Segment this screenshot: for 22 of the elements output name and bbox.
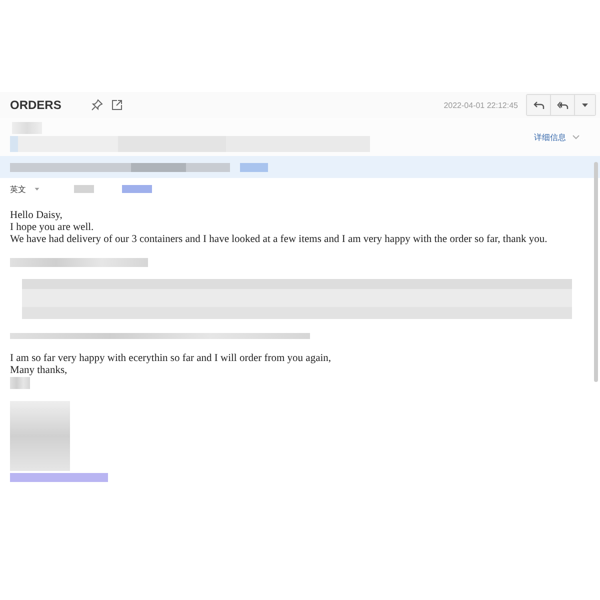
details-link[interactable]: 详细信息: [534, 132, 566, 142]
message-line: Many thanks,: [10, 365, 68, 377]
reply-button[interactable]: [527, 95, 551, 115]
caret-icon: [581, 101, 589, 109]
message-line: I hope you are well.: [10, 222, 95, 234]
reply-icon: [532, 99, 544, 111]
language-dropdown[interactable]: 英文: [10, 184, 40, 194]
pin-icon[interactable]: [91, 99, 104, 111]
caret-icon: [34, 186, 40, 192]
message-line: We have had delivery of our 3 containers and I have looked at a few items and I am very happy with the order so far, thank you.: [10, 234, 548, 246]
redacted-block: [240, 162, 268, 172]
redacted-block: [10, 401, 70, 471]
external-link-icon[interactable]: [111, 99, 124, 111]
timestamp: 2022-04-01 22:12:45: [444, 100, 518, 110]
greeting-line: Hello Daisy,: [10, 210, 64, 222]
scrollbar[interactable]: [594, 162, 598, 382]
redacted-block: [74, 185, 94, 193]
redacted-block: [10, 377, 30, 389]
redacted-block: [122, 185, 152, 193]
message-line: I am so far very happy with ecerythin so far and I will order from you again,: [10, 353, 332, 365]
email-subject: ORDERS: [10, 98, 62, 112]
reply-all-icon: [556, 99, 568, 111]
